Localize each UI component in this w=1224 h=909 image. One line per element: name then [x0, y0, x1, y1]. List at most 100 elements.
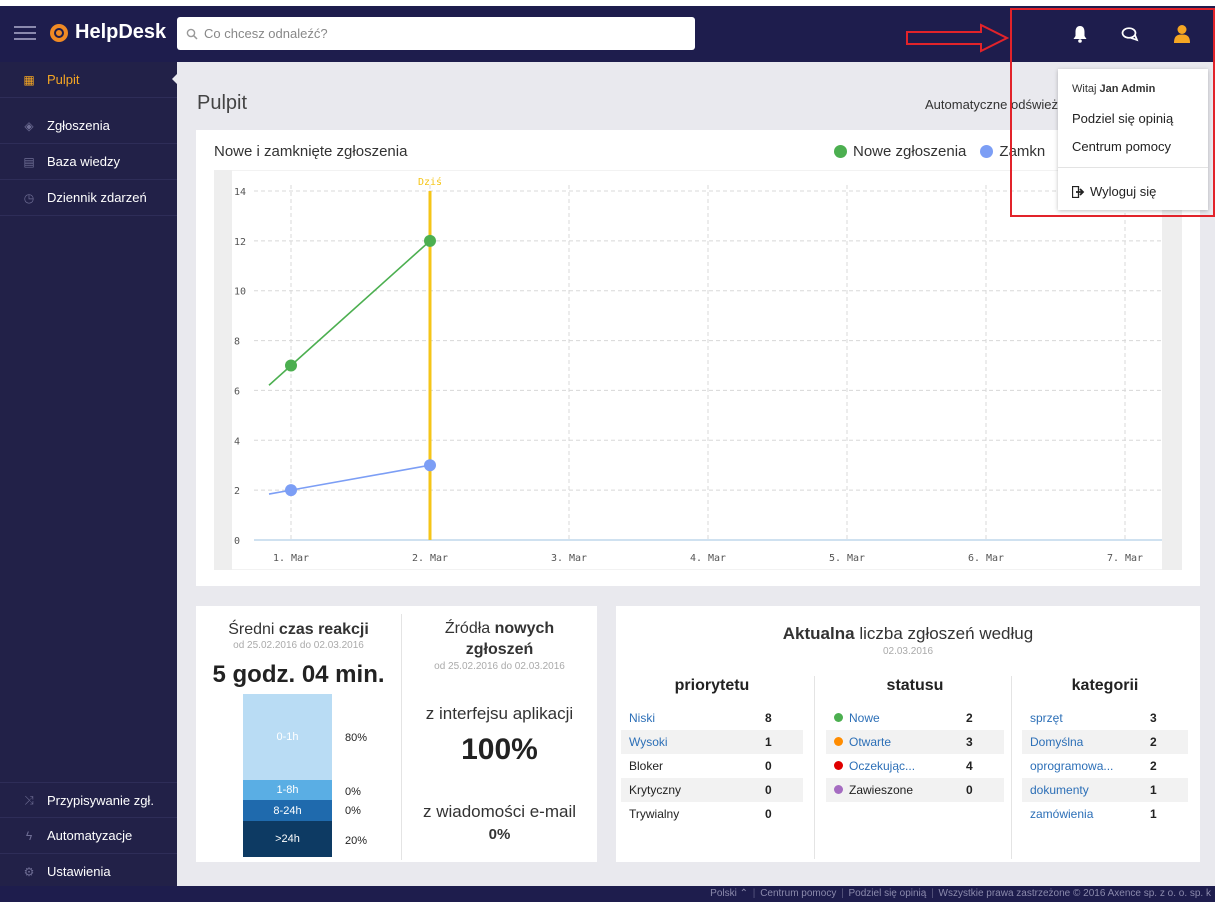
sidebar-item-pulpit[interactable]: ▦ Pulpit	[0, 62, 177, 98]
table-row[interactable]: sprzęt 3	[1022, 706, 1188, 730]
status-dot-icon	[834, 713, 843, 722]
response-title-plain: Średni	[228, 621, 275, 638]
priority-label: Trywialny	[629, 807, 680, 821]
ticket-icon: ◈	[24, 118, 34, 133]
bucket-label: 8-24h	[273, 804, 302, 817]
book-icon: ▤	[23, 154, 35, 169]
table-row[interactable]: Nowe 2	[826, 706, 1004, 730]
chevron-up-icon: ⌃	[739, 888, 749, 899]
user-account-icon[interactable]	[1170, 22, 1194, 46]
bucket-label: 0-1h	[276, 731, 299, 743]
x-tick-label: 7. Mar	[1107, 553, 1143, 564]
response-time-title: Średni czas reakcji od 25.02.2016 do 02.…	[196, 621, 401, 651]
status-label[interactable]: Oczekując...	[849, 759, 916, 773]
status-dot-icon	[834, 737, 843, 746]
sidebar-item-baza-wiedzy[interactable]: ▤ Baza wiedzy	[0, 144, 177, 180]
notifications-bell-icon[interactable]	[1068, 22, 1092, 46]
sidebar-item-dziennik-zdarzen[interactable]: ◷ Dziennik zdarzeń	[0, 180, 177, 216]
counts-title: Aktualna liczba zgłoszeń według 02.03.20…	[616, 624, 1200, 657]
menu-item-help-center[interactable]: Centrum pomocy	[1072, 139, 1171, 154]
category-count: 1	[1150, 783, 1157, 797]
sidebar-item-label: Baza wiedzy	[47, 154, 120, 169]
legend-swatch-new	[834, 145, 847, 158]
y-tick-label: 0	[234, 536, 240, 547]
data-point-0-0	[285, 359, 297, 372]
category-label[interactable]: dokumenty	[1030, 783, 1089, 797]
table-row: Bloker 0	[621, 754, 803, 778]
counts-date: 02.03.2016	[882, 646, 934, 657]
category-count: 2	[1150, 735, 1157, 749]
screenshot-frame: HelpDesk ▦ Pulpit ◈ Zgłoszenia ▤	[0, 0, 1224, 909]
menu-item-logout[interactable]: Wyloguj się	[1072, 184, 1156, 199]
category-label[interactable]: Domyślna	[1030, 735, 1084, 749]
table-row[interactable]: Oczekując... 4	[826, 754, 1004, 778]
bucket-pct: 0%	[345, 786, 361, 798]
auto-refresh-toggle[interactable]: Automatyczne odśwież	[925, 97, 1058, 112]
menu-item-feedback[interactable]: Podziel się opinią	[1072, 111, 1173, 126]
footer-copyright: Wszystkie prawa zastrzeżone © 2016 Axenc…	[938, 888, 1212, 899]
priority-heading: priorytetu	[674, 677, 750, 694]
sidebar-item-automatyzacje[interactable]: ϟ Automatyzacje	[0, 818, 177, 854]
menu-toggle-icon[interactable]	[14, 26, 36, 42]
chart-scroll-right[interactable]	[1162, 170, 1182, 570]
status-label[interactable]: Otwarte	[849, 735, 892, 749]
sidebar-item-zgloszenia[interactable]: ◈ Zgłoszenia	[0, 108, 177, 144]
lightning-icon: ϟ	[25, 828, 33, 843]
priority-count: 0	[765, 783, 772, 797]
response-time-value: 5 godz. 04 min.	[212, 661, 385, 688]
welcome-text: Witaj Jan Admin	[1072, 83, 1155, 95]
legend-label-new[interactable]: Nowe zgłoszenia	[853, 143, 966, 160]
table-row[interactable]: Otwarte 3	[826, 730, 1004, 754]
gears-icon: ⚙	[23, 864, 35, 879]
table-row[interactable]: Niski 8	[621, 706, 803, 730]
tickets-chart-card: Nowe i zamknięte zgłoszenia Nowe zgłosze…	[196, 130, 1200, 586]
chart-scroll-left[interactable]	[214, 170, 232, 570]
table-row[interactable]: Wysoki 1	[621, 730, 803, 754]
sidebar-item-label: Zgłoszenia	[47, 118, 110, 133]
status-count: 3	[966, 735, 973, 749]
chat-icon[interactable]	[1118, 22, 1142, 46]
y-tick-label: 10	[234, 287, 246, 298]
legend-label-closed[interactable]: Zamkn	[999, 143, 1045, 160]
top-bar: HelpDesk	[0, 6, 1215, 62]
table-row[interactable]: dokumenty 1	[1022, 778, 1188, 802]
search-box[interactable]	[177, 17, 695, 50]
clock-icon: ◷	[23, 190, 35, 205]
bucket-bar-0-1h: 0-1h	[243, 694, 332, 780]
x-tick-label: 6. Mar	[968, 553, 1004, 564]
helpdesk-app: HelpDesk ▦ Pulpit ◈ Zgłoszenia ▤	[0, 6, 1215, 902]
table-row[interactable]: oprogramowa... 2	[1022, 754, 1188, 778]
y-tick-label: 8	[234, 337, 240, 348]
footer-separator: |	[931, 888, 934, 899]
category-label[interactable]: sprzęt	[1030, 711, 1063, 725]
priority-count: 0	[765, 759, 772, 773]
sidebar-item-przypisywanie[interactable]: ⤨ Przypisywanie zgł.	[0, 782, 177, 818]
app-logo[interactable]: HelpDesk	[50, 21, 166, 44]
dashboard-grid-icon: ▦	[23, 72, 35, 87]
response-title-bold: czas reakcji	[278, 621, 369, 638]
category-label[interactable]: zamówienia	[1030, 807, 1094, 821]
x-tick-label: 3. Mar	[551, 553, 587, 564]
status-dot-icon	[834, 785, 843, 794]
app-logo-text: HelpDesk	[75, 21, 167, 43]
bucket-pct: 0%	[345, 805, 361, 817]
search-input[interactable]	[204, 26, 664, 41]
sources-title: Źródła nowych zgłoszeń od 25.02.2016 do …	[402, 618, 597, 673]
category-label[interactable]: oprogramowa...	[1030, 759, 1114, 773]
language-selector[interactable]: Polski ⌃	[710, 888, 748, 899]
status-heading: statusu	[886, 677, 944, 694]
status-label[interactable]: Nowe	[849, 711, 880, 725]
sources-title-bold-1: nowych	[494, 620, 555, 637]
priority-label[interactable]: Wysoki	[629, 735, 668, 749]
y-tick-label: 2	[234, 486, 240, 497]
menu-divider	[1058, 167, 1208, 168]
table-row[interactable]: zamówienia 1	[1022, 802, 1188, 826]
priority-rows: Niski 8 Wysoki 1 Bloker 0 Krytyczny 0 Trywia…	[621, 706, 803, 826]
table-row[interactable]: Domyślna 2	[1022, 730, 1188, 754]
category-count: 3	[1150, 711, 1157, 725]
footer-link-help[interactable]: Centrum pomocy	[760, 888, 836, 899]
sidebar-item-ustawienia[interactable]: ⚙ Ustawienia	[0, 854, 177, 890]
annotation-arrow	[906, 23, 1009, 53]
priority-label[interactable]: Niski	[629, 711, 655, 725]
footer-link-feedback[interactable]: Podziel się opinią	[849, 888, 927, 899]
